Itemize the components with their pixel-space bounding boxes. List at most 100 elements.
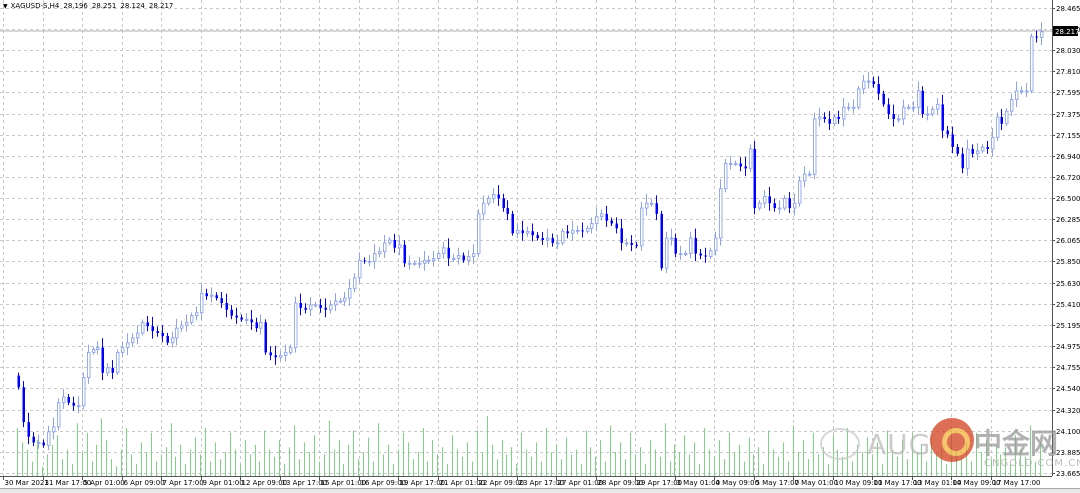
candle (427, 255, 431, 265)
candle (1000, 109, 1003, 131)
candle (393, 233, 396, 253)
candle-body (408, 262, 412, 265)
time-axis: 30 Mar 202131 Mar 17:005 Apr 01:006 Apr … (3, 476, 1041, 487)
candle-body (329, 304, 333, 311)
price-chart[interactable]: 28.46528.25028.03027.81027.59527.37527.1… (0, 0, 1080, 492)
candle (166, 332, 169, 346)
candle-body (581, 230, 584, 232)
candle (269, 346, 272, 361)
candle-body (1000, 116, 1003, 124)
candle (27, 412, 30, 445)
chart-tabs-bar[interactable] (0, 488, 1080, 493)
candle (516, 224, 520, 239)
candle (279, 350, 283, 361)
candle (823, 112, 826, 123)
candle-body (620, 228, 623, 243)
candle-body (917, 90, 921, 108)
candle (689, 231, 693, 259)
candle-body (398, 244, 402, 249)
candle (600, 209, 604, 221)
candle (961, 147, 964, 174)
candle-body (561, 230, 565, 244)
candle-body (215, 295, 218, 299)
candle (921, 86, 924, 118)
candle-body (96, 347, 100, 350)
candle (887, 98, 890, 120)
price-tick-label: 26.500 (1056, 195, 1080, 203)
candle-body (674, 238, 677, 254)
candle (521, 220, 524, 241)
candle-body (111, 367, 114, 373)
candle-body (413, 262, 417, 265)
candle-body (423, 259, 427, 264)
candle-body (482, 202, 486, 215)
candle-body (991, 136, 995, 150)
candle-body (576, 229, 580, 232)
candle-body (778, 207, 782, 210)
candle (141, 319, 145, 336)
candle-body (956, 147, 959, 154)
candle-body (610, 220, 613, 224)
candle (329, 300, 333, 314)
candle-body (245, 319, 249, 321)
candle (171, 331, 175, 348)
candle (368, 255, 372, 267)
candle-body (882, 93, 885, 105)
candle (640, 201, 644, 251)
candle (447, 238, 450, 266)
candle-body (274, 355, 277, 358)
candle-body (319, 304, 322, 308)
candle-body (324, 307, 327, 310)
candle-body (511, 213, 514, 234)
candle-body (27, 422, 30, 437)
dropdown-arrow-icon[interactable]: ▼ (3, 3, 8, 10)
candle-body (121, 347, 125, 353)
candle-body (17, 375, 20, 388)
candle-body (655, 203, 658, 214)
candle-body (704, 255, 707, 257)
candle-body (526, 230, 530, 234)
candle-body (1035, 36, 1038, 38)
candle (561, 228, 565, 246)
candle-body (645, 202, 649, 209)
candle (343, 291, 347, 307)
candle-body (334, 300, 338, 306)
candle-body (467, 256, 471, 261)
candle (551, 233, 554, 247)
candle (180, 320, 184, 332)
candle-body (660, 213, 663, 269)
candle-body (867, 80, 871, 83)
candle-body (452, 257, 456, 260)
candle (1015, 81, 1019, 108)
candle (605, 206, 608, 227)
candle-body (432, 257, 436, 261)
candle (17, 372, 20, 390)
candle-body (590, 223, 594, 229)
candle-body (605, 213, 608, 221)
candle (358, 252, 362, 285)
candle (526, 226, 530, 237)
candle (423, 250, 427, 271)
candle (862, 74, 866, 94)
candle-body (971, 148, 974, 154)
candle-body (837, 116, 840, 119)
candle-body (813, 118, 817, 175)
candle (230, 305, 233, 320)
candle (842, 97, 846, 127)
candle-body (689, 237, 693, 255)
candle (487, 195, 491, 206)
candle (146, 316, 149, 332)
candle-body (1025, 90, 1029, 93)
candle-body (630, 242, 633, 245)
candle (783, 195, 787, 211)
price-tick-label: 24.540 (1056, 385, 1080, 393)
candle (788, 192, 791, 214)
candle (126, 333, 130, 356)
candle-body (477, 213, 481, 255)
candle-body (225, 302, 228, 310)
candle (907, 104, 911, 110)
candle (882, 90, 885, 107)
candle-body (437, 253, 441, 259)
candle (210, 287, 214, 303)
candle-body (931, 108, 935, 115)
